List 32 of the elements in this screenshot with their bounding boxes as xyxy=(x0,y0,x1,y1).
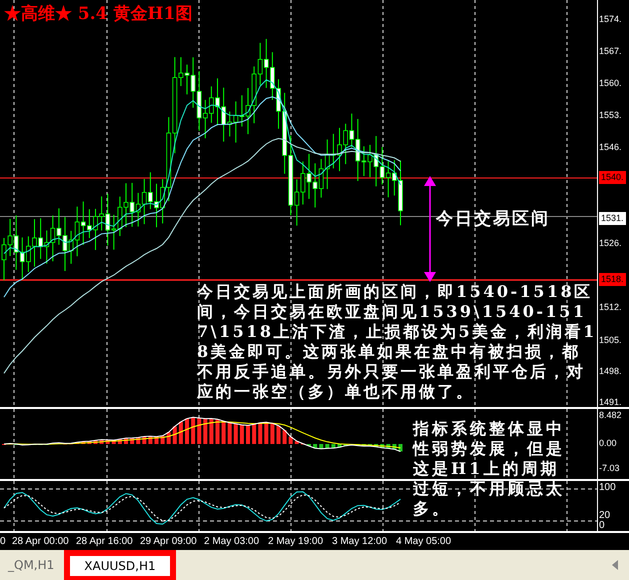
time-label: 3 May 12:00 xyxy=(332,536,388,547)
indicator-scale-label: 100 xyxy=(599,481,616,494)
time-label: 4 May 05:00 xyxy=(396,536,452,547)
price-label: 1518. xyxy=(599,273,626,286)
range-label: 今日交易区间 xyxy=(436,208,550,230)
chart-tab[interactable]: XAUUSD,H1 xyxy=(64,550,176,580)
indicator-scale-label: 0 xyxy=(599,519,605,532)
price-label: 1560. xyxy=(599,77,622,90)
price-label: 1531. xyxy=(599,212,626,225)
price-label: 1491. xyxy=(599,396,622,409)
price-label: 1567. xyxy=(599,45,622,58)
scroll-left-icon[interactable] xyxy=(611,560,619,570)
time-label: 29 Apr 09:00 xyxy=(140,536,197,547)
time-label: 2 May 03:00 xyxy=(204,536,260,547)
time-label: 0 xyxy=(0,536,6,547)
price-label: 1526. xyxy=(599,237,622,250)
analysis-note: 今日交易见上面所画的区间，即1540-1518区间，今日交易在欧亚盘间见1539\1540-1517\1518上沽下渣，止损都设为5美金，利润看18美金即可。这两张单如果在盘中有被扫损，都不用反手追单。另外只要一张单盈利平仓后，对应的一张空（多）单也不用做了。 xyxy=(197,282,597,402)
indicator-scale-label: 0.00 xyxy=(599,437,617,450)
time-label: 28 Apr 16:00 xyxy=(76,536,133,547)
chart-title: ★高维★ 5.4 黄金H1图 xyxy=(4,3,192,25)
price-label: 1512. xyxy=(599,301,622,314)
price-label: 1540. xyxy=(599,171,626,184)
indicator-scale-label: -7.03 xyxy=(599,462,620,475)
price-label: 1498. xyxy=(599,365,622,378)
price-label: 1574. xyxy=(599,13,622,26)
indicator-scale-label: 20 xyxy=(599,509,610,521)
price-label: 1505. xyxy=(599,334,622,347)
time-label: 2 May 19:00 xyxy=(268,536,324,547)
price-label: 1546. xyxy=(599,141,622,154)
indicator-scale-label: 8.482 xyxy=(599,409,622,422)
price-label: 1553. xyxy=(599,109,622,122)
time-label: 28 Apr 00:00 xyxy=(12,536,69,547)
